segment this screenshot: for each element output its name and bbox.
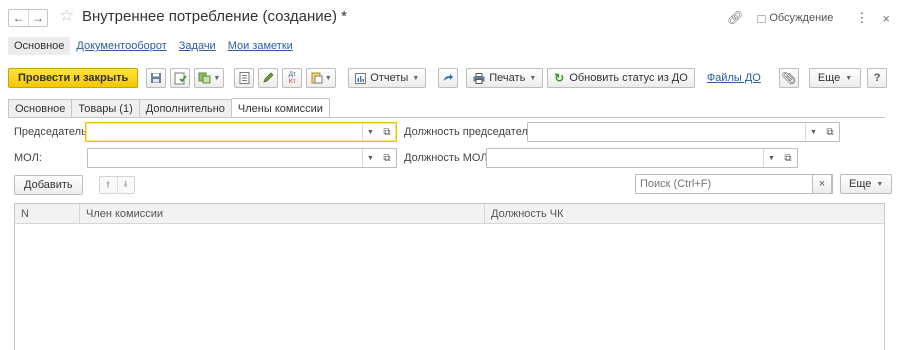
tab-goods[interactable]: Товары (1) (72, 99, 140, 118)
edit-pen-icon[interactable] (258, 68, 279, 88)
printer-icon (473, 72, 485, 84)
chairman-field[interactable]: ▼ ⧉ (85, 122, 397, 142)
document-journal-icon[interactable] (234, 68, 255, 88)
update-status-button[interactable]: ↻ Обновить статус из ДО (547, 68, 695, 88)
chairman-position-open-icon[interactable]: ⧉ (821, 123, 839, 141)
chairman-dropdown-icon[interactable]: ▼ (362, 123, 378, 141)
add-button[interactable]: Добавить (14, 175, 83, 195)
tab-divider (8, 117, 885, 118)
table-toolbar: Добавить 🠙︎ 🠛︎ (14, 174, 135, 196)
create-based-on-icon (198, 72, 211, 84)
discussion-button[interactable]: □ Обсуждение (757, 11, 833, 26)
update-status-label: Обновить статус из ДО (569, 72, 688, 84)
chairman-position-input[interactable] (528, 123, 805, 141)
section-tab-docflow[interactable]: Документооборот (70, 37, 172, 55)
chat-bubble-icon: □ (757, 10, 766, 26)
files-do-link[interactable]: Файлы ДО (703, 72, 765, 84)
related-documents-button[interactable]: ▼ (306, 68, 337, 88)
close-icon[interactable]: × (882, 11, 890, 26)
post-and-close-button[interactable]: Провести и закрыть (8, 68, 139, 88)
column-header-member[interactable]: Член комиссии (80, 204, 485, 223)
print-label: Печать (489, 72, 526, 84)
move-buttons: 🠙︎ 🠛︎ (98, 176, 135, 194)
reports-icon (355, 72, 367, 84)
tab-commission-members[interactable]: Члены комиссии (231, 98, 330, 118)
dt-kt-icon[interactable]: Дт Кт (282, 68, 303, 88)
page-tabs: Основное Товары (1) Дополнительно Члены … (8, 98, 330, 118)
save-icon[interactable] (146, 68, 167, 88)
create-based-on-button[interactable]: ▼ (194, 68, 225, 88)
forward-arrow-icon[interactable]: → (28, 10, 47, 26)
dt-label: Дт (288, 71, 296, 78)
related-documents-icon (311, 72, 323, 84)
favorite-star-icon[interactable]: ☆ (59, 7, 74, 25)
table-more-label: Еще (849, 178, 872, 190)
search-clear-button[interactable]: × (812, 174, 832, 194)
reports-button[interactable]: Отчеты ▼ (348, 68, 427, 88)
refresh-icon: ↻ (554, 71, 565, 85)
chairman-label: Председатель: (14, 126, 90, 138)
goto-arrow-icon[interactable] (438, 68, 459, 88)
commission-members-table: N Член комиссии Должность ЧК (14, 203, 885, 350)
section-tab-main[interactable]: Основное (8, 37, 71, 55)
print-button[interactable]: Печать ▼ (466, 68, 544, 88)
chairman-open-icon[interactable]: ⧉ (378, 123, 396, 141)
mol-position-field[interactable]: ▼ ⧉ (486, 148, 798, 168)
tab-additional[interactable]: Дополнительно (139, 99, 232, 118)
mol-open-icon[interactable]: ⧉ (378, 149, 396, 167)
more-vertical-icon[interactable]: ⋮ (855, 10, 868, 26)
post-document-icon[interactable] (170, 68, 191, 88)
mol-field[interactable]: ▼ ⧉ (87, 148, 397, 168)
more-button[interactable]: Еще ▼ (808, 68, 862, 88)
kt-label: Кт (288, 78, 296, 85)
table-header: N Член комиссии Должность ЧК (15, 204, 884, 224)
column-header-n[interactable]: N (15, 204, 80, 223)
back-arrow-icon[interactable]: ← (9, 10, 28, 26)
link-icon[interactable]: 🔗︎ (727, 10, 744, 26)
section-tab-tasks[interactable]: Задачи (173, 37, 222, 55)
mol-label: МОЛ: (14, 152, 42, 164)
mol-dropdown-icon[interactable]: ▼ (362, 149, 378, 167)
chairman-position-label: Должность председателя: (404, 126, 537, 138)
reports-label: Отчеты (370, 72, 409, 84)
section-tabs: Основное Документооборот Задачи Мои заме… (8, 36, 299, 56)
window-title: Внутреннее потребление (создание) * (82, 8, 347, 25)
mol-position-dropdown-icon[interactable]: ▼ (763, 149, 779, 167)
mol-position-label: Должность МОЛ: (404, 152, 491, 164)
section-tab-notes[interactable]: Мои заметки (222, 37, 299, 55)
navigation-buttons: ← → (8, 9, 48, 27)
window-titlebar: ← → ☆ Внутреннее потребление (создание) … (0, 0, 900, 34)
table-body[interactable] (15, 224, 884, 350)
attachment-paperclip-icon[interactable]: 📎︎ (778, 68, 799, 88)
move-up-icon[interactable]: 🠙︎ (100, 177, 117, 193)
mol-position-input[interactable] (487, 149, 763, 167)
search-field[interactable] (635, 174, 833, 194)
more-label: Еще (817, 72, 841, 84)
column-header-position[interactable]: Должность ЧК (485, 204, 884, 223)
chairman-position-dropdown-icon[interactable]: ▼ (805, 123, 821, 141)
table-more-button[interactable]: Еще ▼ (840, 174, 893, 194)
mol-position-open-icon[interactable]: ⧉ (779, 149, 797, 167)
move-down-icon[interactable]: 🠛︎ (116, 177, 134, 193)
help-button[interactable]: ? (867, 68, 888, 88)
mol-input[interactable] (88, 149, 362, 167)
search-input[interactable] (636, 175, 832, 193)
chairman-position-field[interactable]: ▼ ⧉ (527, 122, 840, 142)
chairman-input[interactable] (86, 123, 362, 141)
tab-main[interactable]: Основное (8, 99, 73, 118)
discussion-label: Обсуждение (769, 12, 834, 24)
command-bar: Провести и закрыть ▼ Дт Кт ▼ Отчеты ▼ Пе (8, 67, 888, 89)
